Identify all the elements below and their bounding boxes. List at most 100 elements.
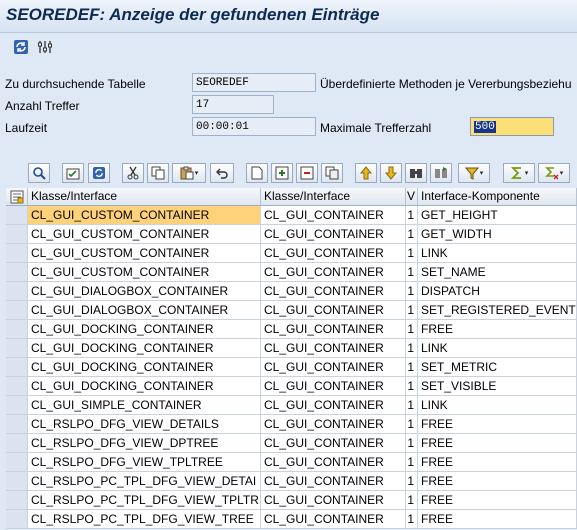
cell-class[interactable]: CL_GUI_DOCKING_CONTAINER bbox=[28, 339, 261, 358]
table-row[interactable]: CL_RSLPO_PC_TPL_DFG_VIEW_TPLTR CL_GUI_CON… bbox=[6, 491, 577, 510]
row-selector[interactable] bbox=[6, 396, 28, 415]
cell-component[interactable]: LINK bbox=[418, 244, 577, 263]
cell-component[interactable]: GET_WIDTH bbox=[418, 225, 577, 244]
cell-version[interactable]: 1 bbox=[406, 472, 418, 491]
sum-icon[interactable]: ▾ bbox=[503, 163, 535, 183]
row-selector[interactable] bbox=[6, 301, 28, 320]
cell-refclass[interactable]: CL_GUI_CONTAINER bbox=[261, 320, 406, 339]
table-row[interactable]: CL_GUI_CUSTOM_CONTAINER CL_GUI_CONTAINER 1… bbox=[6, 244, 577, 263]
table-row[interactable]: CL_RSLPO_DFG_VIEW_TPLTREE CL_GUI_CONTAINE… bbox=[6, 453, 577, 472]
cell-version[interactable]: 1 bbox=[406, 282, 418, 301]
table-row[interactable]: CL_GUI_DOCKING_CONTAINER CL_GUI_CONTAINER… bbox=[6, 377, 577, 396]
col-header-version[interactable]: V bbox=[406, 188, 418, 206]
row-selector[interactable] bbox=[6, 472, 28, 491]
refresh-icon[interactable] bbox=[88, 163, 110, 183]
cell-refclass[interactable]: CL_GUI_CONTAINER bbox=[261, 206, 406, 225]
cell-refclass[interactable]: CL_GUI_CONTAINER bbox=[261, 491, 406, 510]
cell-class[interactable]: CL_RSLPO_PC_TPL_DFG_VIEW_DETAI bbox=[28, 472, 261, 491]
row-selector[interactable] bbox=[6, 434, 28, 453]
table-row[interactable]: CL_GUI_DOCKING_CONTAINER CL_GUI_CONTAINER… bbox=[6, 358, 577, 377]
cell-version[interactable]: 1 bbox=[406, 263, 418, 282]
cell-component[interactable]: FREE bbox=[418, 491, 577, 510]
table-row[interactable]: CL_RSLPO_PC_TPL_DFG_VIEW_TREE CL_GUI_CONT… bbox=[6, 510, 577, 529]
cell-refclass[interactable]: CL_GUI_CONTAINER bbox=[261, 472, 406, 491]
cell-refclass[interactable]: CL_GUI_CONTAINER bbox=[261, 263, 406, 282]
table-row[interactable]: CL_GUI_DIALOGBOX_CONTAINER CL_GUI_CONTAIN… bbox=[6, 282, 577, 301]
cell-component[interactable]: SET_NAME bbox=[418, 263, 577, 282]
cell-version[interactable]: 1 bbox=[406, 415, 418, 434]
cell-version[interactable]: 1 bbox=[406, 225, 418, 244]
table-row[interactable]: CL_GUI_CUSTOM_CONTAINER CL_GUI_CONTAINER 1… bbox=[6, 225, 577, 244]
insert-row-icon[interactable] bbox=[271, 163, 293, 183]
cell-component[interactable]: SET_METRIC bbox=[418, 358, 577, 377]
copy-row-icon[interactable] bbox=[321, 163, 343, 183]
cell-refclass[interactable]: CL_GUI_CONTAINER bbox=[261, 377, 406, 396]
row-selector[interactable] bbox=[6, 320, 28, 339]
row-selector[interactable] bbox=[6, 263, 28, 282]
refresh-icon[interactable] bbox=[12, 38, 30, 56]
cell-component[interactable]: SET_VISIBLE bbox=[418, 377, 577, 396]
sort-desc-icon[interactable] bbox=[380, 163, 402, 183]
row-selector[interactable] bbox=[6, 377, 28, 396]
find-icon[interactable] bbox=[405, 163, 427, 183]
table-row[interactable]: CL_RSLPO_DFG_VIEW_DETAILS CL_GUI_CONTAINE… bbox=[6, 415, 577, 434]
delete-row-icon[interactable] bbox=[296, 163, 318, 183]
cell-refclass[interactable]: CL_GUI_CONTAINER bbox=[261, 225, 406, 244]
col-header-component[interactable]: Interface-Komponente bbox=[418, 188, 577, 206]
cell-refclass[interactable]: CL_GUI_CONTAINER bbox=[261, 510, 406, 529]
cell-class[interactable]: CL_GUI_DOCKING_CONTAINER bbox=[28, 358, 261, 377]
find-next-icon[interactable] bbox=[430, 163, 452, 183]
cell-class[interactable]: CL_GUI_SIMPLE_CONTAINER bbox=[28, 396, 261, 415]
cell-component[interactable]: FREE bbox=[418, 320, 577, 339]
cell-refclass[interactable]: CL_GUI_CONTAINER bbox=[261, 339, 406, 358]
cell-version[interactable]: 1 bbox=[406, 510, 418, 529]
table-field[interactable]: SEOREDEF bbox=[192, 73, 316, 92]
cell-refclass[interactable]: CL_GUI_CONTAINER bbox=[261, 415, 406, 434]
cell-version[interactable]: 1 bbox=[406, 320, 418, 339]
row-selector[interactable] bbox=[6, 282, 28, 301]
table-row[interactable]: CL_GUI_SIMPLE_CONTAINER CL_GUI_CONTAINER 1… bbox=[6, 396, 577, 415]
table-row[interactable]: CL_GUI_DOCKING_CONTAINER CL_GUI_CONTAINER… bbox=[6, 320, 577, 339]
cell-refclass[interactable]: CL_GUI_CONTAINER bbox=[261, 358, 406, 377]
cell-class[interactable]: CL_RSLPO_PC_TPL_DFG_VIEW_TREE bbox=[28, 510, 261, 529]
cell-component[interactable]: FREE bbox=[418, 453, 577, 472]
row-selector[interactable] bbox=[6, 358, 28, 377]
undo-icon[interactable] bbox=[210, 163, 234, 183]
table-row[interactable]: CL_GUI_CUSTOM_CONTAINER CL_GUI_CONTAINER 1… bbox=[6, 263, 577, 282]
cell-version[interactable]: 1 bbox=[406, 206, 418, 225]
row-selector[interactable] bbox=[6, 225, 28, 244]
table-row[interactable]: CL_GUI_CUSTOM_CONTAINER CL_GUI_CONTAINER 1… bbox=[6, 206, 577, 225]
cell-class[interactable]: CL_RSLPO_DFG_VIEW_TPLTREE bbox=[28, 453, 261, 472]
cell-component[interactable]: SET_REGISTERED_EVENTS bbox=[418, 301, 577, 320]
paste-icon[interactable]: ▾ bbox=[172, 163, 206, 183]
row-selector[interactable] bbox=[6, 415, 28, 434]
cell-refclass[interactable]: CL_GUI_CONTAINER bbox=[261, 453, 406, 472]
table-row[interactable]: CL_GUI_DIALOGBOX_CONTAINER CL_GUI_CONTAIN… bbox=[6, 301, 577, 320]
row-selector[interactable] bbox=[6, 453, 28, 472]
cell-version[interactable]: 1 bbox=[406, 244, 418, 263]
cell-version[interactable]: 1 bbox=[406, 396, 418, 415]
check-icon[interactable] bbox=[62, 163, 84, 183]
cell-component[interactable]: FREE bbox=[418, 415, 577, 434]
cell-component[interactable]: GET_HEIGHT bbox=[418, 206, 577, 225]
cell-version[interactable]: 1 bbox=[406, 301, 418, 320]
subtotal-icon[interactable]: ▾ bbox=[538, 163, 570, 183]
new-row-icon[interactable] bbox=[246, 163, 268, 183]
cell-version[interactable]: 1 bbox=[406, 377, 418, 396]
details-icon[interactable] bbox=[28, 163, 50, 183]
cell-version[interactable]: 1 bbox=[406, 434, 418, 453]
cell-class[interactable]: CL_GUI_CUSTOM_CONTAINER bbox=[28, 225, 261, 244]
row-selector[interactable] bbox=[6, 206, 28, 225]
cut-icon[interactable] bbox=[122, 163, 144, 183]
cell-class[interactable]: CL_GUI_DOCKING_CONTAINER bbox=[28, 320, 261, 339]
table-row[interactable]: CL_GUI_DOCKING_CONTAINER CL_GUI_CONTAINER… bbox=[6, 339, 577, 358]
row-selector[interactable] bbox=[6, 339, 28, 358]
cell-class[interactable]: CL_GUI_CUSTOM_CONTAINER bbox=[28, 244, 261, 263]
cell-class[interactable]: CL_GUI_DOCKING_CONTAINER bbox=[28, 377, 261, 396]
cell-component[interactable]: FREE bbox=[418, 434, 577, 453]
cell-class[interactable]: CL_GUI_DIALOGBOX_CONTAINER bbox=[28, 301, 261, 320]
cell-component[interactable]: LINK bbox=[418, 339, 577, 358]
cell-version[interactable]: 1 bbox=[406, 453, 418, 472]
cell-refclass[interactable]: CL_GUI_CONTAINER bbox=[261, 434, 406, 453]
table-row[interactable]: CL_RSLPO_PC_TPL_DFG_VIEW_DETAI CL_GUI_CON… bbox=[6, 472, 577, 491]
